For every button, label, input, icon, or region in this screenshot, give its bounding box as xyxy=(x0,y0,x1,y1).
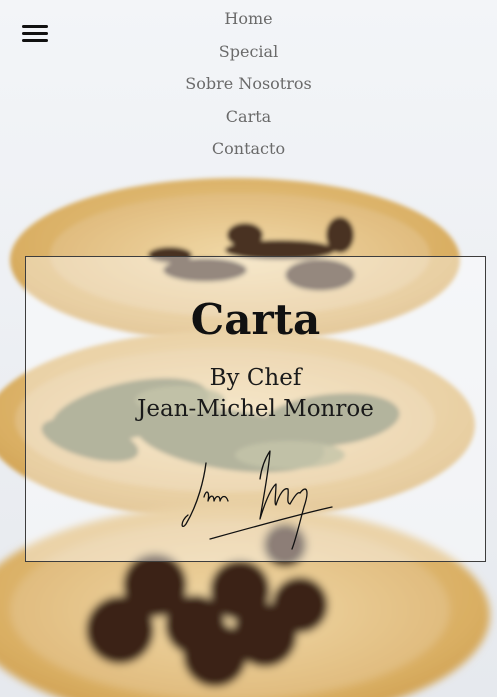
hero-card: Carta By Chef Jean-Michel Monroe xyxy=(25,256,486,562)
nav-link-carta[interactable]: Carta xyxy=(226,104,271,137)
chef-signature xyxy=(176,449,336,563)
byline-line-2: Jean-Michel Monroe xyxy=(137,396,374,422)
page-title: Carta xyxy=(190,295,321,344)
nav-link-contacto[interactable]: Contacto xyxy=(212,136,285,169)
nav-link-special[interactable]: Special xyxy=(219,39,278,72)
nav-link-home[interactable]: Home xyxy=(224,6,272,39)
byline-line-1: By Chef xyxy=(209,365,302,391)
chef-byline: By Chef Jean-Michel Monroe xyxy=(26,363,485,425)
nav-link-sobre-nosotros[interactable]: Sobre Nosotros xyxy=(185,71,311,104)
main-nav: Home Special Sobre Nosotros Carta Contac… xyxy=(0,6,497,169)
